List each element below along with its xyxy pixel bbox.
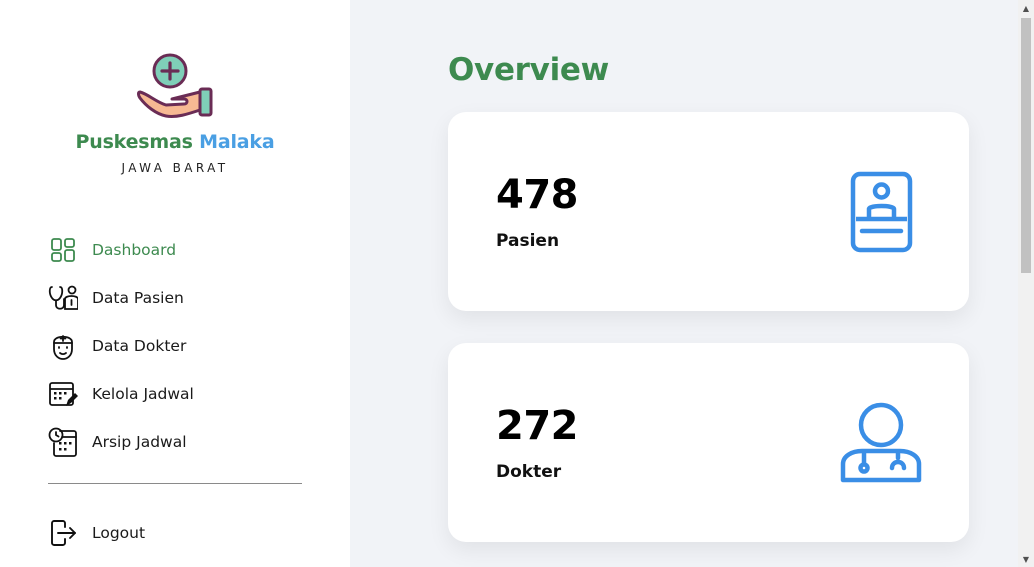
hand-plus-logo-icon <box>137 53 213 118</box>
logout-icon <box>48 518 78 548</box>
sidebar-item-data-dokter[interactable]: Data Dokter <box>48 322 308 370</box>
stat-card-pasien: 478 Pasien <box>448 112 969 311</box>
dashboard-grid-icon <box>48 235 78 265</box>
calendar-clock-icon <box>48 427 78 457</box>
logout-label: Logout <box>92 524 146 542</box>
sidebar-nav: Dashboard Data Pasien Data Dokter Kelola… <box>48 226 308 466</box>
sidebar-item-label: Data Dokter <box>92 337 187 355</box>
patient-id-card-icon <box>850 171 913 253</box>
page-scrollbar[interactable]: ▲ ▼ <box>1018 0 1034 567</box>
stat-value: 272 <box>496 403 579 449</box>
sidebar-divider <box>48 483 302 484</box>
sidebar-item-label: Kelola Jadwal <box>92 385 194 403</box>
doctor-head-icon <box>48 331 78 361</box>
sidebar-item-data-pasien[interactable]: Data Pasien <box>48 274 308 322</box>
logout-button[interactable]: Logout <box>48 509 248 557</box>
doctor-person-icon <box>840 402 922 483</box>
main-content: Overview 478 Pasien 272 Dokter <box>350 0 1018 567</box>
sidebar: Puskesmas Malaka JAWA BARAT Dashboard Da… <box>0 0 350 567</box>
scroll-up-arrow-icon[interactable]: ▲ <box>1018 0 1034 16</box>
sidebar-item-dashboard[interactable]: Dashboard <box>48 226 308 274</box>
calendar-edit-icon <box>48 379 78 409</box>
stethoscope-icon <box>48 283 78 313</box>
sidebar-item-label: Data Pasien <box>92 289 184 307</box>
brand-region: JAWA BARAT <box>121 161 229 175</box>
stat-card-dokter: 272 Dokter <box>448 343 969 542</box>
sidebar-item-arsip-jadwal[interactable]: Arsip Jadwal <box>48 418 308 466</box>
stat-label: Dokter <box>496 462 562 482</box>
scroll-thumb[interactable] <box>1021 18 1031 273</box>
stat-label: Pasien <box>496 231 560 251</box>
page-title: Overview <box>448 52 609 88</box>
sidebar-item-kelola-jadwal[interactable]: Kelola Jadwal <box>48 370 308 418</box>
scroll-down-arrow-icon[interactable]: ▼ <box>1018 551 1034 567</box>
brand-name-part2: Malaka <box>199 131 275 153</box>
sidebar-item-label: Arsip Jadwal <box>92 433 187 451</box>
brand-name-part1: Puskesmas <box>75 131 193 153</box>
stat-value: 478 <box>496 172 579 218</box>
sidebar-item-label: Dashboard <box>92 241 177 259</box>
brand-name: Puskesmas Malaka <box>0 131 350 153</box>
